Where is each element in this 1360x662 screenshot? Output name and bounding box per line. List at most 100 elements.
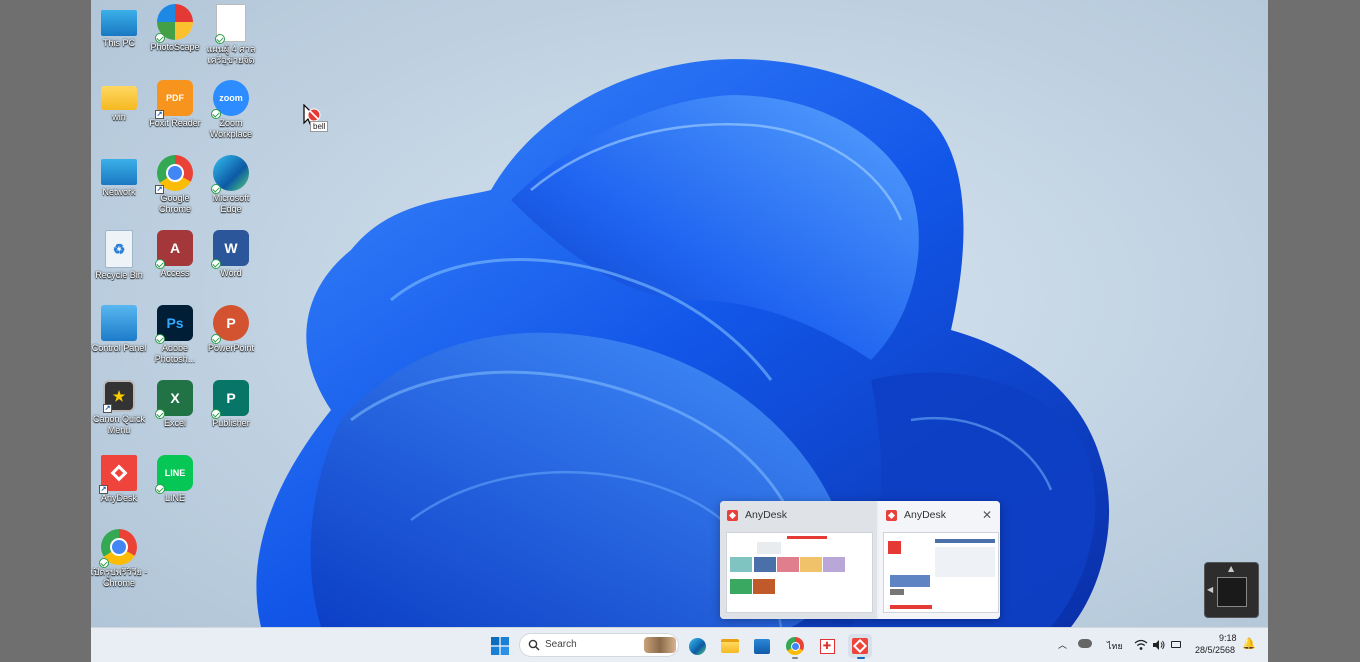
taskbar-chrome[interactable]: [783, 634, 807, 658]
desktop-icon-label: Canon Quick Menu: [92, 414, 146, 435]
sync-check-icon: [211, 334, 221, 344]
anydesk-icon: ↗: [99, 455, 137, 494]
anydesk-icon: [852, 638, 868, 654]
taskbar-window-preview: AnyDesk AnyDesk ✕: [720, 501, 1000, 619]
sync-check-icon: [211, 109, 221, 119]
pdf-reader-icon: ✚: [819, 638, 835, 654]
desktop-icon-label: Control Panel: [91, 343, 147, 353]
notification-bell-icon[interactable]: 🔔: [1242, 637, 1256, 650]
preview-thumbnail: [883, 532, 999, 613]
preview-window-1[interactable]: AnyDesk: [720, 501, 877, 619]
search-placeholder: Search: [545, 639, 577, 650]
network-icon: [101, 159, 137, 185]
volume-icon[interactable]: [1152, 639, 1166, 651]
anydesk-session-popout[interactable]: ▲ ◀: [1204, 562, 1259, 618]
desktop-icon-network[interactable]: Network: [91, 155, 148, 198]
desktop-icon-adobe-photoshop[interactable]: Ps Adobe Photosh...: [146, 305, 204, 364]
desktop-icon-this-pc[interactable]: This PC: [91, 6, 148, 49]
taskbar-search-box[interactable]: Search: [519, 633, 679, 657]
taskbar-anydesk[interactable]: [848, 634, 872, 658]
desktop-icon-publisher[interactable]: P Publisher: [202, 380, 260, 429]
zoom-icon: zoom: [211, 80, 249, 119]
close-preview-icon[interactable]: ✕: [982, 508, 992, 522]
taskbar-pdf-reader[interactable]: ✚: [815, 634, 839, 658]
desktop-icon-label: Publisher: [212, 418, 250, 428]
desktop-icon-label: Zoom Workplace: [209, 118, 253, 139]
active-indicator: [857, 657, 865, 659]
remote-desktop-screen: This PC PhotoScape แผนผู้ 4 ศาล เครือข่า…: [91, 0, 1268, 662]
shortcut-arrow-icon: ↗: [155, 185, 164, 194]
word-document-icon: [215, 4, 246, 44]
onedrive-icon[interactable]: [1078, 639, 1092, 648]
desktop-icon-label: This PC: [102, 38, 135, 48]
sync-check-icon: [155, 33, 165, 43]
input-language-indicator[interactable]: ไทย: [1107, 639, 1123, 653]
photoscape-icon: [155, 4, 193, 43]
canon-quick-menu-icon: ★ ↗: [103, 380, 135, 413]
taskbar-file-explorer[interactable]: [718, 634, 742, 658]
desktop-icon-powerpoint[interactable]: P PowerPoint: [202, 305, 260, 354]
desktop-icon-label: Google Chrome: [158, 193, 191, 214]
store-icon: [754, 638, 770, 654]
anydesk-icon: [886, 509, 897, 521]
edge-icon: [688, 637, 706, 655]
desktop-icon-label: Adobe Photosh...: [154, 343, 196, 364]
wifi-icon[interactable]: [1134, 639, 1148, 651]
taskbar-microsoft-store[interactable]: [750, 634, 774, 658]
desktop-icon-label: Microsoft Edge: [212, 193, 250, 214]
desktop-icon-foxit-reader[interactable]: PDF ↗ Foxit Reader: [146, 80, 204, 129]
preview-window-2[interactable]: AnyDesk ✕: [879, 501, 1000, 619]
desktop-icon-label: Foxit Reader: [149, 118, 201, 128]
folder-icon: [101, 86, 137, 110]
search-highlight-icon: [644, 637, 676, 653]
wallpaper-bloom: [256, 59, 1110, 627]
search-icon: [528, 639, 540, 651]
desktop-icon-access[interactable]: A Access: [146, 230, 204, 279]
preview-thumbnail: [726, 532, 873, 613]
desktop-icon-word-document[interactable]: แผนผู้ 4 ศาล เครือข่ายจัดเรีย...: [202, 4, 260, 66]
chrome-icon: [99, 529, 137, 568]
clock-time[interactable]: 9:18: [1219, 633, 1237, 643]
line-icon: LINE: [155, 455, 193, 494]
desktop-icon-anydesk[interactable]: ↗ AnyDesk: [91, 455, 148, 504]
monitor-icon: [101, 10, 137, 36]
desktop-icon-label: แผนผู้ 4 ศาล เครือข่ายจัดเรีย...: [206, 44, 256, 66]
chevron-up-icon: ▲: [1228, 564, 1235, 573]
desktop-icon-chrome-shortcut[interactable]: เปิดรูปพรีวิวีย - Chrome: [91, 529, 148, 588]
desktop-icon-line[interactable]: LINE LINE: [146, 455, 204, 504]
shortcut-arrow-icon: ↗: [99, 485, 108, 494]
taskbar-edge[interactable]: [685, 634, 709, 658]
chrome-icon: ↗: [155, 155, 193, 194]
desktop-icon-win-folder[interactable]: win: [91, 80, 148, 123]
desktop-icon-google-chrome[interactable]: ↗ Google Chrome: [146, 155, 204, 214]
show-hidden-icons-chevron-icon[interactable]: ︿: [1058, 638, 1067, 651]
desktop-icon-recycle-bin[interactable]: ♻ Recycle Bin: [91, 230, 148, 281]
desktop-icon-control-panel[interactable]: Control Panel: [91, 305, 148, 354]
control-panel-icon: [101, 305, 137, 341]
preview-window-title: AnyDesk: [904, 509, 947, 521]
foxit-pdf-icon: PDF ↗: [155, 80, 193, 119]
desktop-icon-label: Access: [160, 268, 190, 278]
sync-check-icon: [155, 334, 165, 344]
desktop-icon-label: AnyDesk: [100, 493, 137, 503]
desktop-icon-word[interactable]: W Word: [202, 230, 260, 279]
desktop-icon-photoscape[interactable]: PhotoScape: [146, 4, 204, 53]
shortcut-arrow-icon: ↗: [103, 404, 112, 413]
desktop-icon-zoom[interactable]: zoom Zoom Workplace: [202, 80, 260, 139]
start-button[interactable]: [488, 634, 512, 658]
powerpoint-icon: P: [211, 305, 249, 344]
desktop-icon-excel[interactable]: X Excel: [146, 380, 204, 429]
desktop-icon-label: Recycle Bin: [95, 270, 143, 280]
desktop-icon-label: Network: [102, 187, 136, 197]
chevron-left-icon: ◀: [1207, 585, 1214, 594]
desktop-icon-label: Word: [220, 268, 242, 278]
battery-icon[interactable]: [1171, 641, 1181, 648]
access-icon: A: [155, 230, 193, 269]
cursor-tooltip: bell: [310, 121, 329, 132]
desktop-icon-canon-quick-menu[interactable]: ★ ↗ Canon Quick Menu: [91, 380, 148, 435]
clock-date[interactable]: 28/5/2568: [1195, 645, 1235, 655]
running-indicator: [792, 657, 798, 659]
desktop-icon-label: PowerPoint: [207, 343, 255, 353]
desktop-icon-microsoft-edge[interactable]: Microsoft Edge: [202, 155, 260, 214]
photoshop-icon: Ps: [155, 305, 193, 344]
